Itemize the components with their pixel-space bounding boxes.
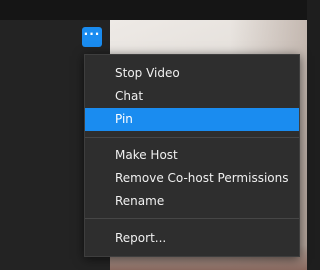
- more-horizontal-icon: ···: [83, 27, 101, 41]
- menu-item-make-host[interactable]: Make Host: [85, 144, 299, 167]
- menu-item-chat[interactable]: Chat: [85, 85, 299, 108]
- menu-divider: [85, 218, 299, 219]
- more-options-button[interactable]: ···: [82, 27, 102, 47]
- window-top-bar: [0, 0, 307, 20]
- menu-item-rename[interactable]: Rename: [85, 190, 299, 213]
- menu-item-stop-video[interactable]: Stop Video: [85, 62, 299, 85]
- menu-item-remove-cohost[interactable]: Remove Co-host Permissions: [85, 167, 299, 190]
- menu-divider: [85, 137, 299, 138]
- participant-context-menu: Stop Video Chat Pin Make Host Remove Co-…: [84, 54, 300, 257]
- menu-item-pin[interactable]: Pin: [85, 108, 299, 131]
- menu-item-report[interactable]: Report...: [85, 227, 299, 250]
